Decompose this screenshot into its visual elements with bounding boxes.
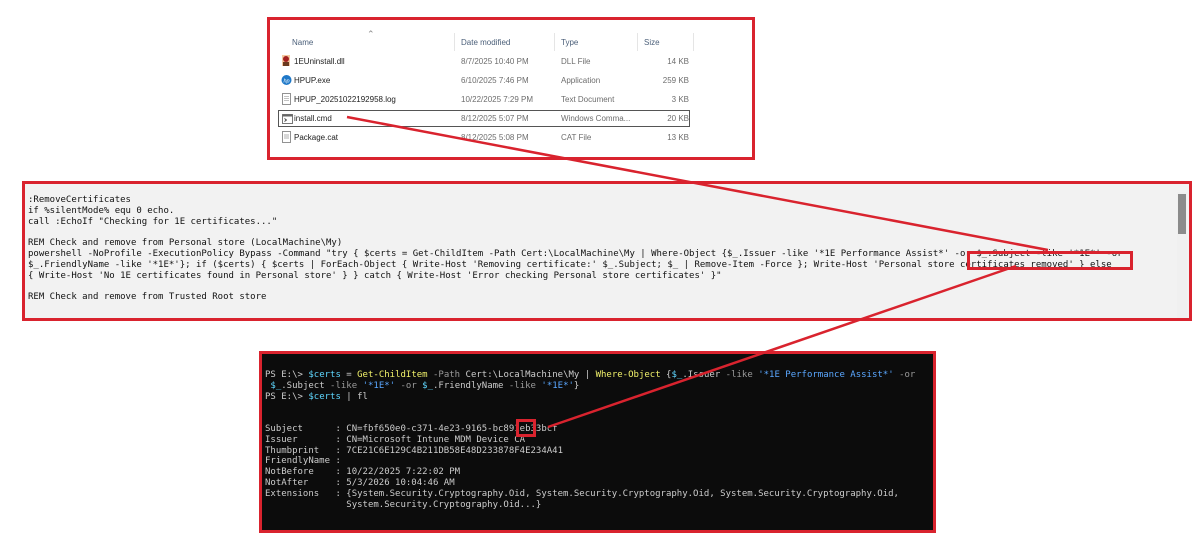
property-token: .FriendlyName: [433, 380, 504, 391]
property-token: .Issuer: [682, 370, 721, 380]
script-code: :RemoveCertificates if %silentMode% equ …: [28, 195, 1123, 303]
file-type: Windows Comma...: [561, 114, 631, 123]
operator-token: -like: [324, 380, 363, 391]
file-size: 3 KB: [671, 95, 689, 104]
code-line: REM Check and remove from Personal store…: [28, 238, 343, 249]
file-row[interactable]: HPUP_20251022192958.log 10/22/2025 7:29 …: [278, 91, 692, 108]
file-date: 10/22/2025 7:29 PM: [461, 95, 534, 104]
code-line: if %silentMode% equ 0 echo.: [28, 205, 175, 216]
file-size: 13 KB: [667, 133, 689, 142]
variable-token: $_: [671, 370, 683, 380]
code-line: powershell -NoProfile -ExecutionPolicy B…: [28, 248, 1123, 259]
column-divider[interactable]: [454, 33, 455, 51]
subject-filter-highlight: [967, 251, 1133, 270]
column-size-header[interactable]: Size: [644, 38, 660, 47]
output-line: Subject : CN=fbf650e0-c371-4e23-9165-bc8…: [265, 423, 558, 434]
file-name: HPUP_20251022192958.log: [294, 95, 396, 104]
column-name-header[interactable]: Name: [292, 38, 313, 47]
console-prompt: PS E:\>: [265, 391, 309, 402]
console-text: PS E:\> $certs = Get-ChildItem -Path Cer…: [265, 370, 915, 510]
code-line: { Write-Host 'No 1E certificates found i…: [28, 270, 722, 281]
brace-token: {: [660, 370, 672, 380]
code-line: :RemoveCertificates: [28, 195, 131, 205]
output-line: NotBefore : 10/22/2025 7:22:02 PM: [265, 467, 461, 478]
path-token: Cert:\LocalMachine\My: [465, 370, 580, 380]
column-divider[interactable]: [637, 33, 638, 51]
console-prompt: PS E:\>: [265, 370, 309, 380]
variable-token: $_: [422, 380, 434, 391]
file-name: install.cmd: [294, 114, 332, 123]
file-name: 1EUninstall.dll: [294, 57, 345, 66]
file-date: 8/7/2025 10:40 PM: [461, 57, 529, 66]
output-line: Extensions : {System.Security.Cryptograp…: [265, 488, 899, 499]
column-divider[interactable]: [693, 33, 694, 51]
operator-token: -or: [893, 370, 916, 380]
powershell-console: PS E:\> $certs = Get-ChildItem -Path Cer…: [259, 351, 936, 533]
svg-text:hp: hp: [283, 78, 289, 84]
output-line: NotAfter : 5/3/2026 10:04:46 AM: [265, 477, 455, 488]
column-header-row: ⌃ Name Date modified Type Size: [270, 29, 752, 53]
vertical-scrollbar[interactable]: [1177, 192, 1187, 318]
string-token: '*1E*': [362, 380, 396, 391]
cat-file-icon: [282, 131, 291, 143]
output-line: System.Security.Cryptography.Oid...}: [265, 499, 542, 510]
string-token: '*1E Performance Assist*': [758, 370, 894, 380]
column-type-header[interactable]: Type: [561, 38, 578, 47]
file-date: 8/12/2025 5:07 PM: [461, 114, 529, 123]
variable-token: $certs: [308, 391, 341, 402]
column-divider[interactable]: [554, 33, 555, 51]
brace-token: }: [573, 380, 580, 391]
file-type: DLL File: [561, 57, 591, 66]
file-name: HPUP.exe: [294, 76, 331, 85]
dll-file-icon: [282, 55, 290, 66]
file-name: Package.cat: [294, 133, 339, 142]
scrollbar-thumb[interactable]: [1178, 194, 1186, 234]
file-size: 14 KB: [667, 57, 689, 66]
operator-token: =: [340, 370, 358, 380]
file-type: Text Document: [561, 95, 615, 104]
column-date-header[interactable]: Date modified: [461, 38, 510, 47]
file-date: 6/10/2025 7:46 PM: [461, 76, 529, 85]
operator-token: -like: [720, 370, 759, 380]
text-file-icon: [282, 93, 291, 105]
sort-ascending-icon: ⌃: [367, 29, 375, 39]
pipe-token: |: [579, 370, 596, 380]
file-explorer-panel: ⌃ Name Date modified Type Size 1EUninsta…: [267, 17, 755, 160]
code-line: REM Check and remove from Trusted Root s…: [28, 292, 267, 303]
command-token: | fl: [340, 391, 368, 402]
subject-match-highlight: [516, 419, 536, 437]
output-line: FriendlyName :: [265, 456, 341, 467]
variable-token: $_: [270, 380, 282, 391]
operator-token: -or: [395, 380, 423, 391]
file-row[interactable]: hp HPUP.exe 6/10/2025 7:46 PM Applicatio…: [278, 72, 692, 89]
file-type: Application: [561, 76, 601, 85]
cmdlet-token: Get-ChildItem: [357, 370, 428, 380]
hp-logo-icon: hp: [281, 75, 292, 85]
cmd-file-icon: [282, 114, 293, 124]
operator-token: -like: [503, 380, 542, 391]
property-token: .Subject: [281, 380, 325, 391]
file-date: 8/12/2025 5:08 PM: [461, 133, 529, 142]
file-type: CAT File: [561, 133, 592, 142]
variable-token: $certs: [308, 370, 341, 380]
file-row[interactable]: Package.cat 8/12/2025 5:08 PM CAT File 1…: [278, 129, 692, 146]
file-row-selected[interactable]: install.cmd 8/12/2025 5:07 PM Windows Co…: [278, 110, 690, 127]
cmdlet-token: Where-Object: [595, 370, 661, 380]
file-row[interactable]: 1EUninstall.dll 8/7/2025 10:40 PM DLL Fi…: [278, 53, 692, 70]
string-token: '*1E*': [541, 380, 574, 391]
code-line: $_.FriendlyName -like '*1E*'}; if ($cert…: [28, 259, 1112, 270]
script-editor-panel: :RemoveCertificates if %silentMode% equ …: [22, 181, 1192, 321]
file-size: 20 KB: [667, 114, 689, 123]
output-line: Thumbprint : 7CE21C6E129C4B211DB58E48D23…: [265, 445, 564, 456]
file-size: 259 KB: [662, 76, 689, 85]
parameter-token: -Path: [427, 370, 466, 380]
output-line: Issuer : CN=Microsoft Intune MDM Device …: [265, 434, 526, 445]
code-line: call :EchoIf "Checking for 1E certificat…: [28, 216, 278, 227]
